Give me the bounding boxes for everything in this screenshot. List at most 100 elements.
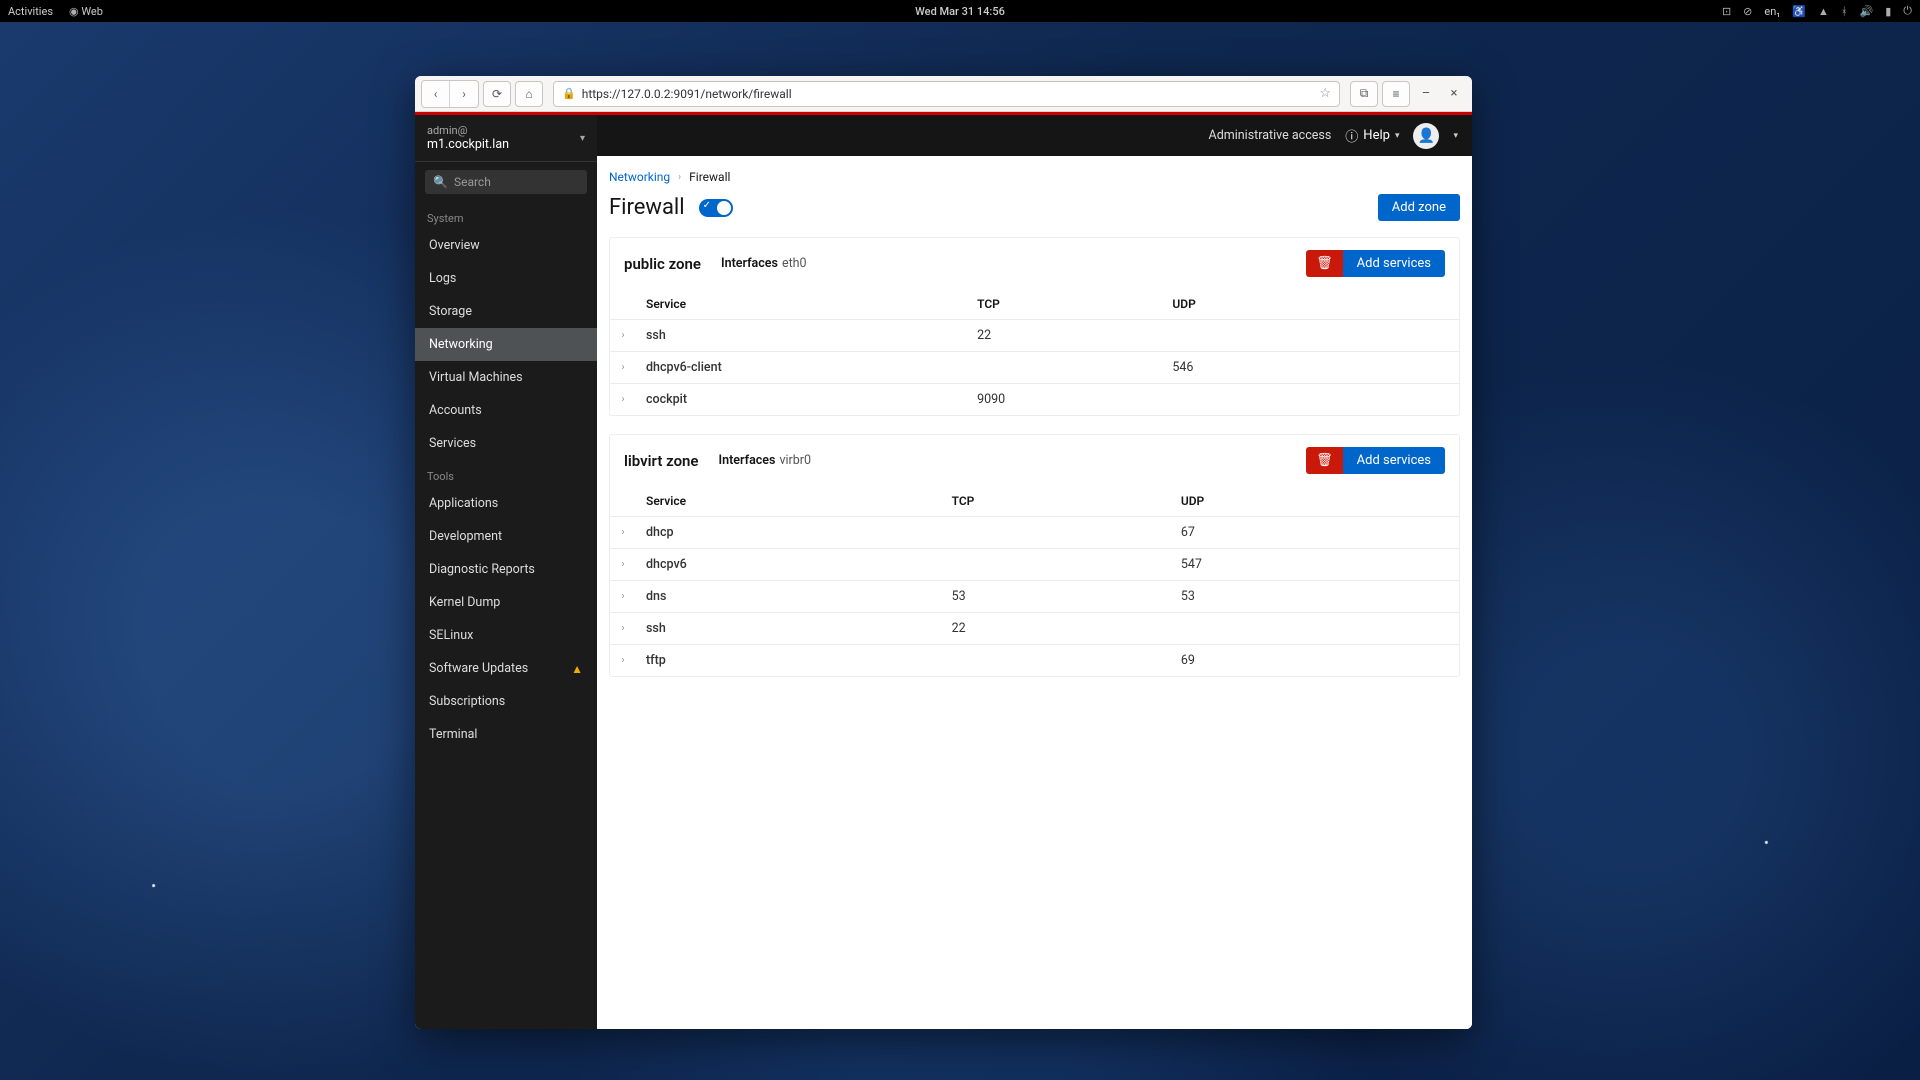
sidebar-item-software-updates[interactable]: Software Updates▲ — [415, 652, 597, 685]
service-tcp — [942, 645, 1171, 677]
table-row: ›ssh22 — [610, 613, 1459, 645]
breadcrumb-parent[interactable]: Networking — [609, 170, 670, 184]
firewall-toggle[interactable] — [699, 199, 733, 217]
expand-row[interactable]: › — [610, 581, 636, 613]
search-placeholder: Search — [454, 175, 491, 189]
bluetooth-icon[interactable]: ᚼ — [1841, 5, 1848, 18]
url-bar[interactable]: 🔒 https://127.0.0.2:9091/network/firewal… — [553, 81, 1340, 107]
expand-row[interactable]: › — [610, 613, 636, 645]
zone-interface: virbr0 — [779, 453, 811, 468]
col-service: Service — [636, 289, 967, 320]
sidebar-item-virtual-machines[interactable]: Virtual Machines — [415, 361, 597, 394]
cockpit-app: admin@ m1.cockpit.lan ▾ 🔍 Search System … — [415, 112, 1472, 1029]
expand-row[interactable]: › — [610, 549, 636, 581]
service-tcp: 53 — [942, 581, 1171, 613]
do-not-disturb-icon[interactable]: ⊘ — [1743, 5, 1752, 18]
zone-title: public zone — [624, 255, 701, 273]
sidebar-item-label: Virtual Machines — [429, 370, 523, 385]
sidebar-item-overview[interactable]: Overview — [415, 229, 597, 262]
service-udp — [1171, 613, 1459, 645]
user-menu-caret[interactable]: ▾ — [1453, 131, 1458, 141]
sidebar-item-selinux[interactable]: SELinux — [415, 619, 597, 652]
expand-row[interactable]: › — [610, 352, 636, 384]
screencast-icon[interactable]: ⊡ — [1722, 5, 1731, 18]
add-services-button[interactable]: Add services — [1343, 447, 1445, 474]
service-udp — [1162, 384, 1459, 416]
battery-icon[interactable]: ▮ — [1885, 5, 1891, 18]
admin-access-label[interactable]: Administrative access — [1209, 128, 1332, 143]
sidebar-item-label: Overview — [429, 238, 480, 253]
sidebar-item-label: Accounts — [429, 403, 482, 418]
search-icon: 🔍 — [433, 175, 448, 189]
sidebar-item-accounts[interactable]: Accounts — [415, 394, 597, 427]
zone-title: libvirt zone — [624, 452, 699, 470]
service-name: dhcpv6 — [636, 549, 942, 581]
page-title: Firewall — [609, 195, 685, 220]
breadcrumb-current: Firewall — [689, 170, 730, 184]
table-row: ›dhcp67 — [610, 517, 1459, 549]
service-tcp: 22 — [967, 320, 1162, 352]
sidebar-item-subscriptions[interactable]: Subscriptions — [415, 685, 597, 718]
downloads-button[interactable]: ⧉ — [1350, 81, 1378, 107]
service-udp — [1162, 320, 1459, 352]
expand-row[interactable]: › — [610, 384, 636, 416]
table-row: ›tftp69 — [610, 645, 1459, 677]
sidebar-item-storage[interactable]: Storage — [415, 295, 597, 328]
sidebar-item-terminal[interactable]: Terminal — [415, 718, 597, 751]
network-icon[interactable]: ▲ — [1818, 5, 1829, 18]
sidebar-item-label: Networking — [429, 337, 493, 352]
activities-button[interactable]: Activities — [8, 5, 53, 18]
sidebar-item-development[interactable]: Development — [415, 520, 597, 553]
service-name: ssh — [636, 613, 942, 645]
back-button[interactable]: ‹ — [422, 81, 450, 107]
sidebar-item-label: Logs — [429, 271, 456, 286]
expand-row[interactable]: › — [610, 320, 636, 352]
browser-menu-button[interactable]: ≡ — [1382, 81, 1410, 107]
clock[interactable]: Wed Mar 31 14:56 — [915, 5, 1005, 18]
sidebar-item-label: Development — [429, 529, 502, 544]
power-icon[interactable]: ⏻ — [1903, 4, 1912, 18]
sidebar-item-label: Kernel Dump — [429, 595, 500, 610]
search-input[interactable]: 🔍 Search — [425, 170, 587, 194]
chevron-right-icon: › — [678, 172, 681, 183]
expand-row[interactable]: › — [610, 645, 636, 677]
home-button[interactable]: ⌂ — [515, 81, 543, 107]
user-avatar[interactable]: 👤 — [1413, 123, 1439, 149]
keyboard-layout[interactable]: en₁ — [1764, 5, 1780, 18]
sidebar-item-label: Software Updates — [429, 661, 528, 676]
forward-button[interactable]: › — [450, 81, 478, 107]
sidebar-item-services[interactable]: Services — [415, 427, 597, 460]
sidebar-item-label: Subscriptions — [429, 694, 505, 709]
col-service: Service — [636, 486, 942, 517]
bookmark-star-icon[interactable]: ☆ — [1319, 86, 1331, 101]
delete-zone-button[interactable]: 🗑 — [1306, 250, 1343, 277]
host-selector[interactable]: admin@ m1.cockpit.lan ▾ — [415, 115, 597, 162]
interfaces-label: Interfaces — [719, 453, 776, 468]
add-zone-button[interactable]: Add zone — [1378, 194, 1460, 221]
sidebar-item-diagnostic-reports[interactable]: Diagnostic Reports — [415, 553, 597, 586]
delete-zone-button[interactable]: 🗑 — [1306, 447, 1343, 474]
add-services-button[interactable]: Add services — [1343, 250, 1445, 277]
sidebar-item-label: Storage — [429, 304, 472, 319]
service-udp: 67 — [1171, 517, 1459, 549]
sidebar-item-kernel-dump[interactable]: Kernel Dump — [415, 586, 597, 619]
help-menu[interactable]: ⓘ Help ▾ — [1345, 126, 1399, 145]
services-table: ServiceTCPUDP›dhcp67›dhcpv6547›dns5353›s… — [610, 486, 1459, 676]
browser-window: ‹ › ⟳ ⌂ 🔒 https://127.0.0.2:9091/network… — [415, 76, 1472, 1029]
main-area: Administrative access ⓘ Help ▾ 👤 ▾ Netwo… — [597, 112, 1472, 1029]
sidebar-item-logs[interactable]: Logs — [415, 262, 597, 295]
sidebar-item-applications[interactable]: Applications — [415, 487, 597, 520]
current-app[interactable]: ◉ Web — [69, 5, 103, 18]
close-button[interactable]: × — [1442, 81, 1466, 107]
page-heading: Firewall Add zone — [609, 194, 1460, 221]
minimize-button[interactable]: – — [1414, 81, 1438, 107]
reload-button[interactable]: ⟳ — [483, 81, 511, 107]
service-name: dns — [636, 581, 942, 613]
sidebar-item-networking[interactable]: Networking — [415, 328, 597, 361]
chevron-down-icon: ▾ — [580, 133, 585, 144]
table-row: ›ssh22 — [610, 320, 1459, 352]
volume-icon[interactable]: 🔊 — [1860, 5, 1874, 18]
accessibility-icon[interactable]: ♿ — [1792, 5, 1806, 18]
expand-row[interactable]: › — [610, 517, 636, 549]
sidebar-item-label: Diagnostic Reports — [429, 562, 535, 577]
